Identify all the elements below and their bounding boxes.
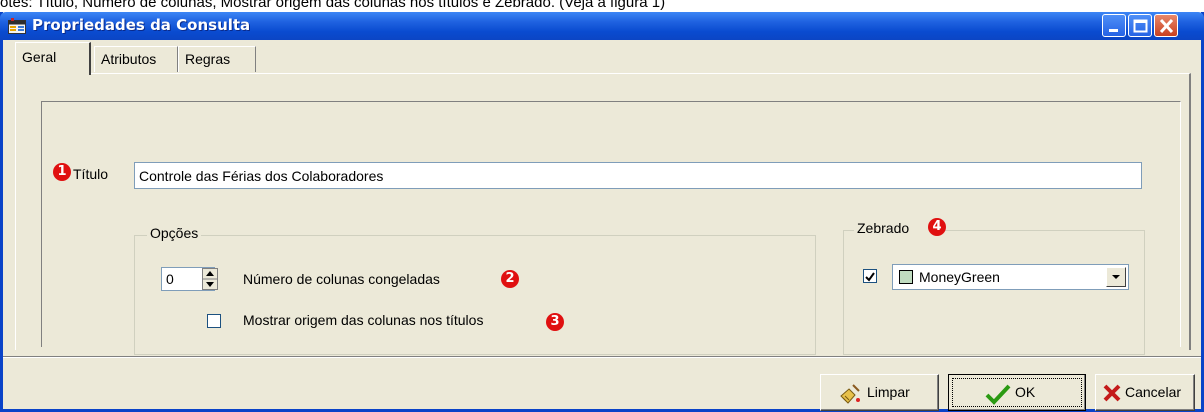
annotation-badge-4: 4 <box>928 218 946 236</box>
x-icon <box>1102 383 1122 406</box>
dialog-title: Propriedades da Consulta <box>32 16 251 34</box>
maximize-button[interactable] <box>1128 14 1152 37</box>
colunas-label: Número de colunas congeladas <box>243 271 440 287</box>
limpar-label: Limpar <box>867 384 910 400</box>
check-icon <box>985 383 1011 408</box>
tab-atributos[interactable]: Atributos <box>94 46 178 72</box>
broom-icon <box>839 383 863 408</box>
tab-regras[interactable]: Regras <box>178 46 256 72</box>
titulo-field[interactable] <box>134 162 1142 189</box>
zebrado-checkbox[interactable] <box>863 269 877 283</box>
opcoes-groupbox: Opções <box>134 225 816 355</box>
footer-separator <box>3 356 1201 358</box>
opcoes-legend: Opções <box>147 225 202 241</box>
minimize-icon <box>1109 29 1118 32</box>
origem-label: Mostrar origem das colunas nos títulos <box>243 312 484 328</box>
app-window-icon <box>8 18 26 34</box>
ok-label: OK <box>1015 384 1036 400</box>
minimize-button[interactable] <box>1102 14 1126 37</box>
dropdown-button[interactable] <box>1106 267 1126 287</box>
zebrado-color-value: MoneyGreen <box>919 269 1000 285</box>
cancelar-button[interactable]: Cancelar <box>1095 374 1195 411</box>
ok-button[interactable]: OK <box>948 374 1086 411</box>
document-caption: otes: Título, Número de colunas, Mostrar… <box>0 0 666 11</box>
zebrado-color-select[interactable]: MoneyGreen <box>892 264 1129 290</box>
checkmark-icon <box>865 272 875 282</box>
limpar-button[interactable]: Limpar <box>820 374 939 411</box>
origem-checkbox[interactable] <box>207 314 221 328</box>
annotation-badge-1: 1 <box>53 163 71 181</box>
close-icon <box>1159 18 1174 34</box>
close-button[interactable] <box>1154 14 1178 37</box>
zebrado-legend: Zebrado <box>854 220 936 236</box>
color-swatch <box>899 270 913 284</box>
properties-dialog: Propriedades da Consulta Geral Atributos… <box>0 12 1204 412</box>
titulo-label: Título <box>73 166 109 182</box>
zebrado-groupbox: Zebrado <box>843 220 1145 355</box>
cancelar-label: Cancelar <box>1125 384 1182 400</box>
chevron-down-icon <box>1112 275 1120 279</box>
tab-geral[interactable]: Geral <box>15 42 91 75</box>
title-bar[interactable]: Propriedades da Consulta <box>0 12 1204 40</box>
colunas-spinner[interactable] <box>202 268 218 290</box>
maximize-icon <box>1133 19 1148 33</box>
annotation-badge-2: 2 <box>501 270 519 288</box>
annotation-badge-3: 3 <box>546 313 564 331</box>
